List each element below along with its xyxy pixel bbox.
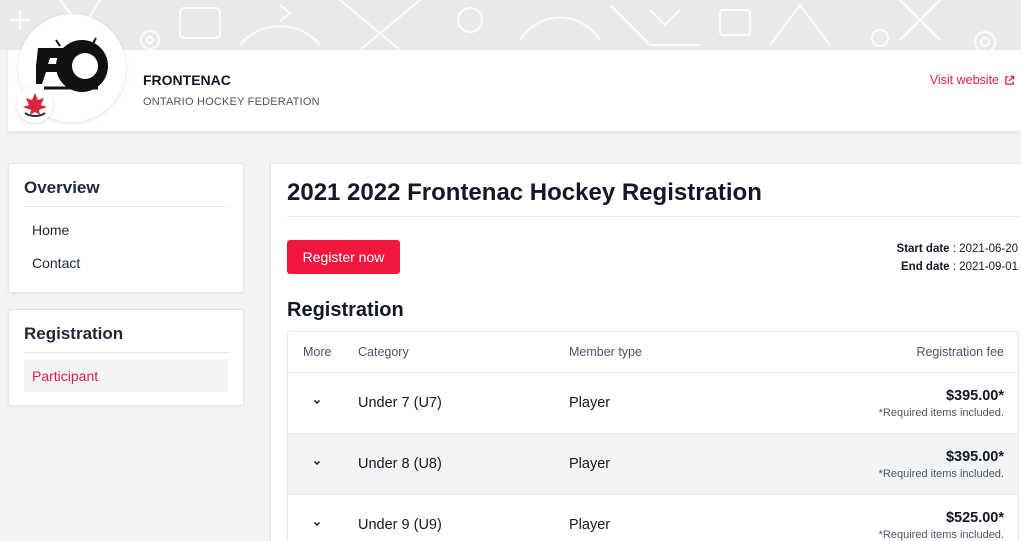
row-category: Under 8 (U8) (358, 456, 442, 472)
chevron-down-icon (313, 460, 321, 466)
header-card (8, 50, 1021, 132)
row-member-type: Player (569, 456, 611, 472)
main-content-card: 2021 2022 Frontenac Hockey Registration … (270, 163, 1021, 541)
sidebar-registration-card: Registration Participant (8, 309, 244, 406)
table-row[interactable]: Under 7 (U7) Player $395.00* *Required i… (288, 373, 1018, 434)
org-subtitle: ONTARIO HOCKEY FEDERATION (143, 96, 320, 108)
sidebar-overview-card: Overview Home Contact (8, 163, 244, 293)
registration-dates: Start date : 2021-06-20 End date : 2021-… (897, 240, 1018, 276)
row-fee: $395.00* *Required items included. (819, 449, 1018, 480)
sidebar-item-label: Home (32, 221, 70, 238)
header-banner (0, 0, 1021, 50)
sidebar-item-label: Contact (32, 254, 81, 271)
visit-website-link[interactable]: Visit website (930, 73, 1015, 87)
register-now-button[interactable]: Register now (287, 240, 400, 274)
fee-amount: $525.00* (945, 509, 1004, 526)
expand-row-button[interactable] (288, 456, 358, 472)
sidebar-item-home[interactable]: Home (24, 213, 228, 246)
maple-leaf-icon (23, 93, 47, 117)
sidebar-item-label: Participant (32, 367, 99, 384)
fee-amount: $395.00* (945, 448, 1004, 465)
sidebar-overview-title: Overview (24, 178, 228, 207)
hockey-canada-badge (17, 87, 53, 123)
column-header-fee: Registration fee (916, 345, 1004, 359)
table-row[interactable]: Under 9 (U9) Player $525.00* *Required i… (288, 495, 1018, 541)
sidebar-registration-title: Registration (24, 324, 228, 353)
flyers-logo-icon (36, 37, 108, 92)
sidebar-item-participant[interactable]: Participant (24, 359, 228, 392)
start-date-value: 2021-06-20 (959, 243, 1018, 255)
table-header: More Category Member type Registration f… (288, 332, 1018, 373)
visit-website-label: Visit website (929, 73, 999, 87)
column-header-category: Category (358, 345, 409, 359)
org-name: FRONTENAC (143, 72, 231, 88)
row-member-type: Player (569, 395, 611, 411)
fee-note: *Required items included. (878, 467, 1004, 480)
row-fee: $525.00* *Required items included. (819, 510, 1018, 541)
title-divider (287, 216, 1021, 217)
fee-amount: $395.00* (945, 387, 1004, 404)
start-date: Start date : 2021-06-20 (896, 243, 1018, 255)
column-header-member-type: Member type (569, 345, 642, 359)
end-date-label: End date (901, 261, 950, 273)
fee-note: *Required items included. (878, 406, 1004, 419)
registration-section-title: Registration (287, 299, 404, 321)
chevron-down-icon (313, 399, 321, 405)
hockey-pattern-graphic (10, 0, 996, 50)
column-header-more: More (303, 345, 332, 359)
chevron-down-icon (313, 521, 321, 527)
end-date-value: 2021-09-01 (959, 261, 1018, 273)
fee-note: *Required items included. (878, 528, 1004, 541)
expand-row-button[interactable] (288, 395, 358, 411)
end-date: End date : 2021-09-01 (901, 261, 1018, 273)
row-category: Under 9 (U9) (358, 517, 442, 533)
start-date-label: Start date (896, 243, 950, 255)
page-title: 2021 2022 Frontenac Hockey Registration (287, 179, 762, 206)
sidebar-item-contact[interactable]: Contact (24, 246, 228, 279)
row-category: Under 7 (U7) (358, 395, 442, 411)
registration-table: More Category Member type Registration f… (287, 331, 1019, 541)
external-link-icon (1005, 75, 1015, 85)
expand-row-button[interactable] (288, 517, 358, 533)
row-member-type: Player (569, 517, 611, 533)
table-row[interactable]: Under 8 (U8) Player $395.00* *Required i… (288, 434, 1018, 495)
row-fee: $395.00* *Required items included. (819, 388, 1018, 419)
